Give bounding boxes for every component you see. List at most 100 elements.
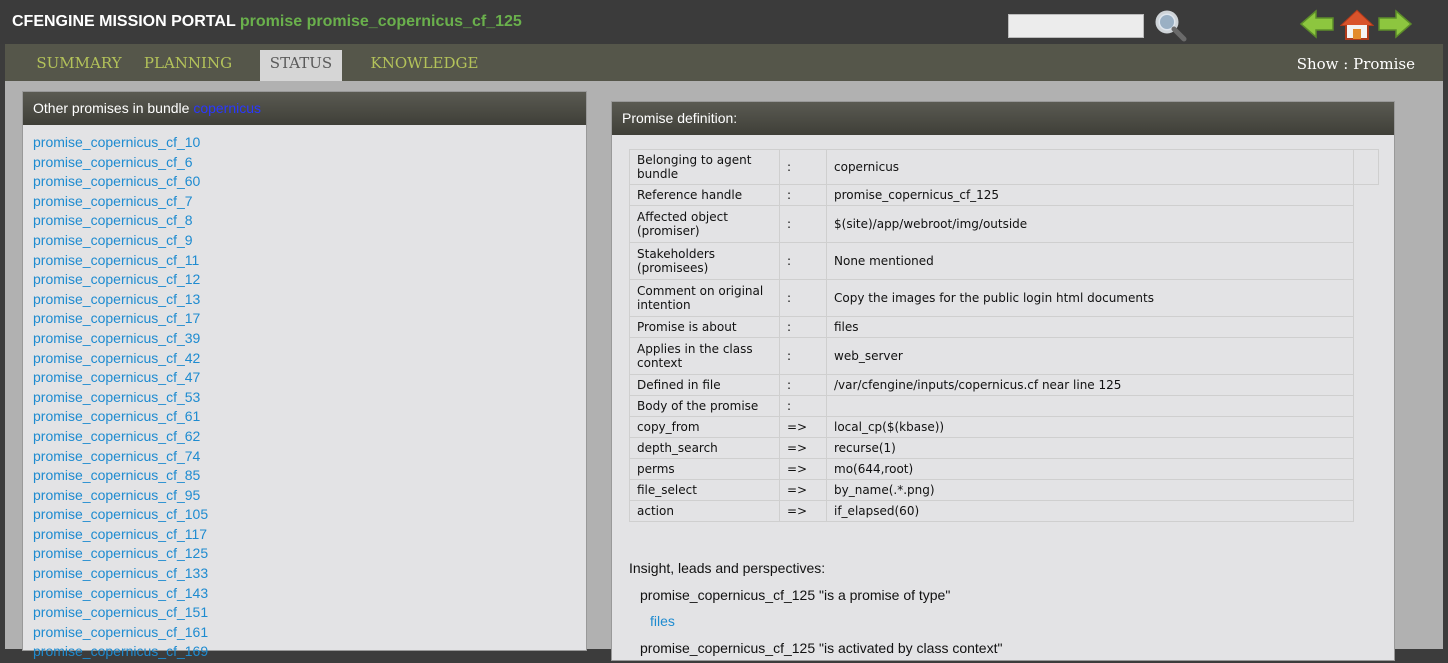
promise-list-item[interactable]: promise_copernicus_cf_85: [33, 467, 586, 487]
portal-name: CFENGINE MISSION PORTAL: [12, 13, 236, 30]
show-label: Show : Promise: [1296, 55, 1415, 73]
promise-list-item[interactable]: promise_copernicus_cf_74: [33, 448, 586, 468]
definition-header: Promise definition:: [612, 102, 1394, 135]
definition-row: Reference handle: promise_copernicus_cf_1…: [629, 184, 1379, 206]
definition-value[interactable]: if_elapsed(60): [826, 500, 1354, 522]
promise-list-item[interactable]: promise_copernicus_cf_9: [33, 232, 586, 252]
tab-knowledge[interactable]: KNOWLEDGE: [362, 50, 487, 81]
definition-value[interactable]: promise_copernicus_cf_125: [826, 184, 1354, 206]
promise-list-item[interactable]: promise_copernicus_cf_7: [33, 193, 586, 213]
definition-row: Affected object (promiser): $(site)/app/w…: [629, 205, 1379, 243]
definition-value[interactable]: mo(644,root): [826, 458, 1354, 480]
definition-label: Reference handle: [629, 184, 780, 206]
definition-value[interactable]: local_cp($(kbase)): [826, 416, 1354, 438]
definition-value[interactable]: web_server: [826, 337, 1354, 375]
promise-list-item[interactable]: promise_copernicus_cf_117: [33, 526, 586, 546]
promise-list-item[interactable]: promise_copernicus_cf_62: [33, 428, 586, 448]
promise-list-item[interactable]: promise_copernicus_cf_17: [33, 310, 586, 330]
definition-label: Defined in file: [629, 374, 780, 396]
bundle-promises-panel: Other promises in bundle copernicus prom…: [22, 91, 587, 659]
bundle-header-text: Other promises in bundle: [33, 100, 190, 116]
definition-separator: :: [779, 242, 827, 280]
definition-separator: :: [779, 279, 827, 317]
definition-value: None mentioned: [826, 242, 1354, 280]
definition-label[interactable]: depth_search: [629, 437, 780, 459]
definition-separator: =>: [779, 437, 827, 459]
promise-list-item[interactable]: promise_copernicus_cf_13: [33, 291, 586, 311]
tab-status[interactable]: STATUS: [260, 50, 342, 81]
definition-row: Comment on original intention: Copy the i…: [629, 279, 1379, 317]
definition-label: Affected object (promiser): [629, 205, 780, 243]
insight-link[interactable]: files: [650, 613, 675, 629]
definition-separator: :: [779, 395, 827, 417]
tab-planning[interactable]: PLANNING: [138, 50, 238, 81]
promise-list-item[interactable]: promise_copernicus_cf_125: [33, 545, 586, 565]
definition-separator: =>: [779, 416, 827, 438]
definition-row: copy_from => local_cp($(kbase)): [629, 416, 1379, 438]
definition-value[interactable]: copernicus: [826, 149, 1354, 185]
promise-list-item[interactable]: promise_copernicus_cf_11: [33, 252, 586, 272]
definition-label[interactable]: action: [629, 500, 780, 522]
definition-row: Applies in the class context: web_server: [629, 337, 1379, 375]
home-icon[interactable]: [1340, 9, 1374, 41]
definition-row: action => if_elapsed(60): [629, 500, 1379, 522]
definition-separator: =>: [779, 458, 827, 480]
promise-list-item[interactable]: promise_copernicus_cf_39: [33, 330, 586, 350]
search-input[interactable]: [1008, 14, 1144, 38]
definition-row: file_select => by_name(.*.png): [629, 479, 1379, 501]
bundle-link[interactable]: copernicus: [193, 100, 261, 116]
definition-separator: =>: [779, 479, 827, 501]
promise-list-item[interactable]: promise_copernicus_cf_10: [33, 134, 586, 154]
back-arrow-icon[interactable]: [1299, 8, 1335, 40]
promise-list-item[interactable]: promise_copernicus_cf_8: [33, 212, 586, 232]
promise-list-item[interactable]: promise_copernicus_cf_105: [33, 506, 586, 526]
definition-row: Stakeholders (promisees): None mentioned: [629, 242, 1379, 280]
definition-label: Promise is about: [629, 316, 780, 338]
promise-definition-panel: Promise definition: Belonging to agent b…: [611, 101, 1395, 661]
definition-label: Comment on original intention: [629, 279, 780, 317]
definition-value[interactable]: recurse(1): [826, 437, 1354, 459]
forward-arrow-icon[interactable]: [1377, 8, 1413, 40]
top-bar: CFENGINE MISSION PORTAL promise promise_…: [0, 0, 1448, 44]
tab-bar: SUMMARY PLANNING STATUS KNOWLEDGE Show :…: [5, 44, 1443, 81]
promise-list-item[interactable]: promise_copernicus_cf_143: [33, 585, 586, 605]
definition-label[interactable]: file_select: [629, 479, 780, 501]
definition-label: Stakeholders (promisees): [629, 242, 780, 280]
insight-title: Insight, leads and perspectives:: [629, 560, 826, 576]
definition-value[interactable]: $(site)/app/webroot/img/outside: [826, 205, 1354, 243]
promise-list-item[interactable]: promise_copernicus_cf_61: [33, 408, 586, 428]
promise-list-item[interactable]: promise_copernicus_cf_161: [33, 624, 586, 644]
tab-summary[interactable]: SUMMARY: [20, 50, 138, 81]
definition-row: Defined in file:/var/cfengine/inputs/cop…: [629, 374, 1379, 396]
promise-list-item[interactable]: promise_copernicus_cf_169: [33, 643, 586, 663]
promise-list-item[interactable]: promise_copernicus_cf_12: [33, 271, 586, 291]
promise-list-item[interactable]: promise_copernicus_cf_95: [33, 487, 586, 507]
definition-value[interactable]: by_name(.*.png): [826, 479, 1354, 501]
definition-label: Belonging to agent bundle: [629, 149, 780, 185]
promise-list-item[interactable]: promise_copernicus_cf_133: [33, 565, 586, 585]
definition-table: Belonging to agent bundle: copernicus Refe…: [629, 149, 1379, 522]
definition-separator: :: [779, 184, 827, 206]
definition-value[interactable]: files: [826, 316, 1354, 338]
promise-list-item[interactable]: promise_copernicus_cf_151: [33, 604, 586, 624]
promise-list-item[interactable]: promise_copernicus_cf_60: [33, 173, 586, 193]
definition-label: Body of the promise: [629, 395, 780, 417]
definition-label[interactable]: copy_from: [629, 416, 780, 438]
promise-list-item[interactable]: promise_copernicus_cf_47: [33, 369, 586, 389]
definition-separator: :: [779, 374, 827, 396]
definition-separator: :: [779, 337, 827, 375]
bundle-panel-header: Other promises in bundle copernicus: [23, 92, 586, 125]
portal-title: CFENGINE MISSION PORTAL promise promise_…: [12, 13, 522, 31]
definition-label[interactable]: perms: [629, 458, 780, 480]
definition-value: [826, 395, 1354, 417]
definition-separator: :: [779, 205, 827, 243]
insight-text: promise_copernicus_cf_125 "is activated …: [640, 640, 1003, 656]
definition-value: Copy the images for the public login htm…: [826, 279, 1354, 317]
promise-list-item[interactable]: promise_copernicus_cf_6: [33, 154, 586, 174]
definition-row: Body of the promise:: [629, 395, 1379, 417]
promise-list-item[interactable]: promise_copernicus_cf_53: [33, 389, 586, 409]
definition-separator: =>: [779, 500, 827, 522]
insight-text: promise_copernicus_cf_125 "is a promise …: [640, 587, 951, 603]
promise-list-item[interactable]: promise_copernicus_cf_42: [33, 350, 586, 370]
search-icon[interactable]: [1153, 8, 1187, 42]
